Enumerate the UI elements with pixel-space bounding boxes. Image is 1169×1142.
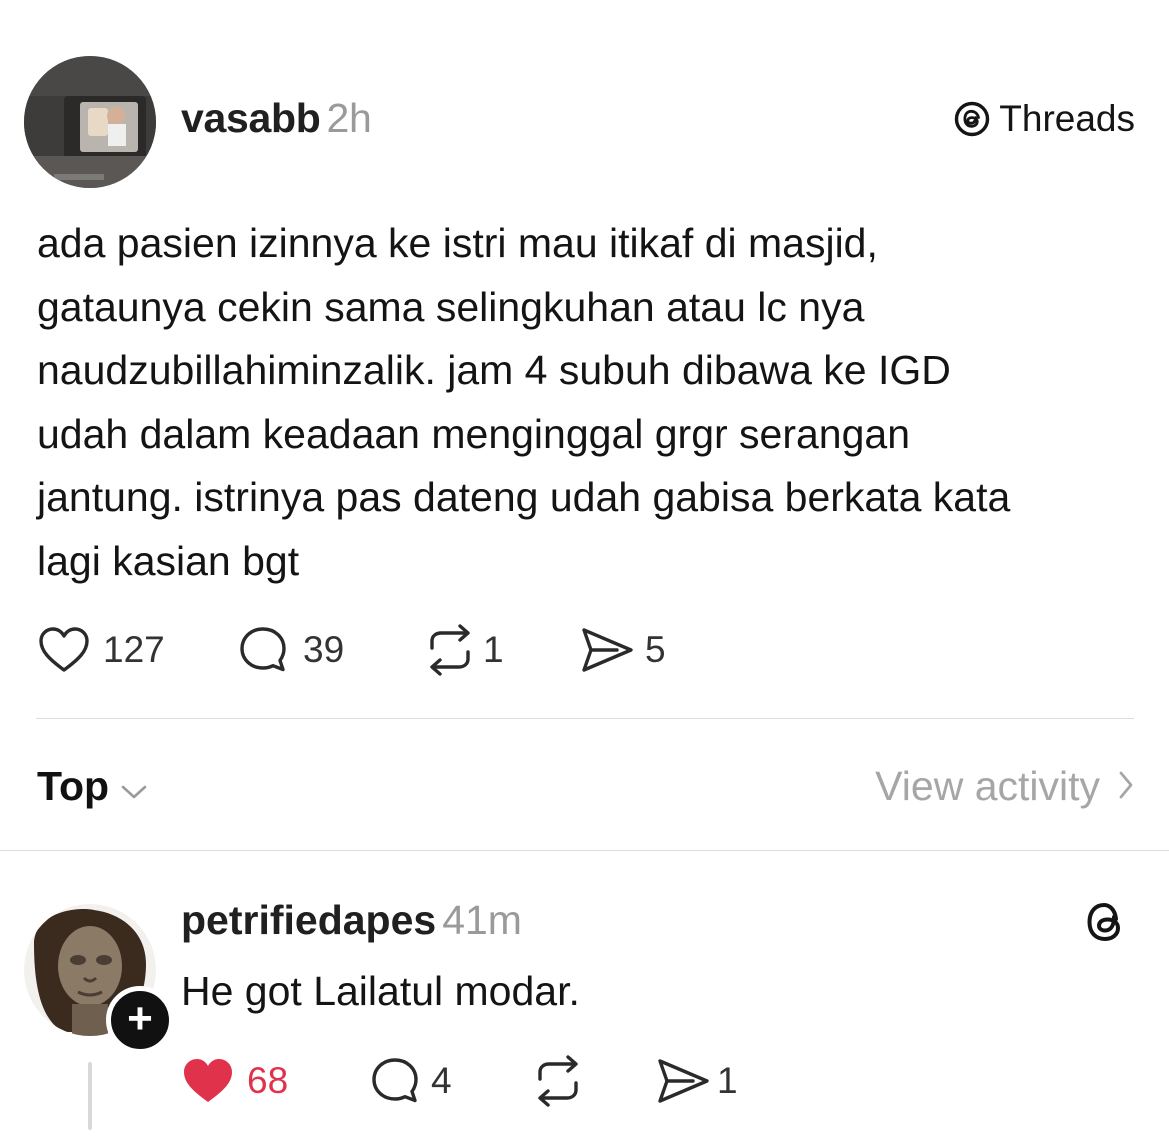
post-body-line: gataunya cekin sama selingkuhan atau lc … xyxy=(37,283,865,330)
reply-body: He got Lailatul modar. xyxy=(181,968,580,1014)
reply-share-count: 1 xyxy=(717,1060,738,1101)
sort-label: Top xyxy=(37,763,110,809)
follow-plus-button[interactable]: + xyxy=(106,986,174,1054)
reply-reply-count: 4 xyxy=(431,1060,452,1101)
post-author-avatar[interactable] xyxy=(24,56,156,188)
chevron-right-icon xyxy=(1118,760,1134,812)
reply-count: 39 xyxy=(303,629,345,670)
post-author-line: vasabb 2h xyxy=(181,94,372,142)
post-body-line: jantung. istrinya pas dateng udah gabisa… xyxy=(37,474,1011,520)
threads-brand[interactable]: Threads xyxy=(953,96,1135,142)
repost-button[interactable]: 1 xyxy=(423,622,504,678)
replies-sort-row: Top View activity xyxy=(37,760,1134,812)
reply-like-button[interactable]: 68 xyxy=(181,1053,288,1109)
post-body-line: lagi kasian bgt xyxy=(37,537,300,584)
reply-share-button[interactable]: 1 xyxy=(655,1053,738,1109)
reply-timestamp: 41m xyxy=(442,897,522,943)
post-body-line: udah dalam keadaan menginggal grgr seran… xyxy=(37,410,911,457)
comment-icon xyxy=(237,624,289,676)
threads-logo-icon xyxy=(953,100,991,138)
view-activity-link[interactable]: View activity xyxy=(875,760,1134,812)
threads-logo-icon[interactable] xyxy=(1083,899,1129,945)
post-author-username[interactable]: vasabb xyxy=(181,95,321,141)
reply-author-username[interactable]: petrifiedapes xyxy=(181,897,436,943)
sort-dropdown[interactable]: Top xyxy=(37,760,147,812)
comment-icon xyxy=(369,1055,421,1107)
reply-like-count: 68 xyxy=(247,1060,289,1101)
post-timestamp: 2h xyxy=(326,95,372,141)
heart-filled-icon xyxy=(181,1056,235,1106)
share-button[interactable]: 5 xyxy=(579,622,666,678)
send-icon xyxy=(579,625,637,675)
thread-connector-line xyxy=(88,1062,92,1130)
send-icon xyxy=(655,1056,713,1106)
heart-icon xyxy=(37,625,91,675)
section-divider xyxy=(36,718,1134,719)
reply-reply-button[interactable]: 4 xyxy=(369,1053,452,1109)
share-count: 5 xyxy=(645,629,666,670)
like-button[interactable]: 127 xyxy=(37,622,165,678)
post-body-line: ada pasien izinnya ke istri mau itikaf d… xyxy=(37,220,878,266)
like-count: 127 xyxy=(103,629,165,670)
section-divider xyxy=(0,850,1169,851)
repost-count: 1 xyxy=(483,629,504,670)
reply-author-line: petrifiedapes 41m xyxy=(181,896,522,944)
view-activity-label: View activity xyxy=(875,763,1100,809)
post-body-line: naudzubillahiminzalik. jam 4 subuh dibaw… xyxy=(37,347,951,393)
reply-button[interactable]: 39 xyxy=(237,622,344,678)
reply-repost-button[interactable] xyxy=(531,1053,585,1109)
repost-icon xyxy=(423,624,477,676)
chevron-down-icon xyxy=(121,760,147,812)
repost-icon xyxy=(531,1055,585,1107)
threads-brand-label: Threads xyxy=(999,98,1135,139)
post-body: ada pasien izinnya ke istri mau itikaf d… xyxy=(37,212,1147,593)
